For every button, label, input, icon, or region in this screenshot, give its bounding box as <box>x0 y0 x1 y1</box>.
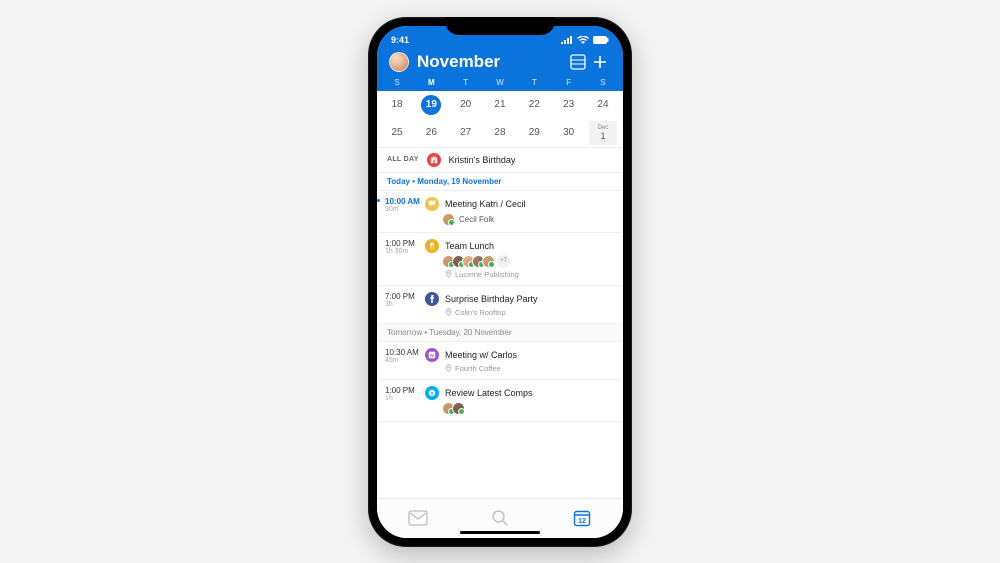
month-title[interactable]: November <box>417 52 567 72</box>
agenda-event[interactable]: 10:30 AM45m N Meeting w/ Carlos Fourth Coff… <box>377 342 623 380</box>
agenda-event[interactable]: 1:00 PM1hS Review Latest Comps <box>377 380 623 422</box>
event-location: Colin's Rooftop <box>445 308 613 317</box>
calendar-day[interactable]: 25 <box>383 121 411 145</box>
event-time: 1:00 PM <box>385 386 425 395</box>
weekday-label: W <box>486 78 514 87</box>
search-tab[interactable] <box>489 507 511 529</box>
event-title: Surprise Birthday Party <box>445 294 538 304</box>
calendar-day[interactable]: 21 <box>486 93 514 117</box>
weekday-row: SMTWTFS <box>377 78 623 91</box>
attendee-avatar <box>452 402 465 415</box>
fork-icon <box>425 239 439 253</box>
chat-icon <box>425 197 439 211</box>
home-indicator[interactable] <box>460 531 540 534</box>
agenda-section-header: Today • Monday, 19 November <box>377 173 623 191</box>
attendee-avatar <box>442 213 455 226</box>
agenda-section-header: Tomorrow • Tuesday, 20 November <box>377 324 623 342</box>
weekday-label: T <box>520 78 548 87</box>
calendar-day[interactable]: 18 <box>383 93 411 117</box>
pin-icon <box>445 308 452 316</box>
wifi-icon <box>577 36 589 44</box>
add-event-icon[interactable] <box>589 54 611 70</box>
device-notch <box>445 17 555 35</box>
pin-icon <box>445 270 452 278</box>
agenda-event[interactable]: 1:00 PM1h 30m Team Lunch+7 Lucerne Publish… <box>377 233 623 286</box>
calendar-day[interactable]: 26 <box>417 121 445 145</box>
event-location: Fourth Coffee <box>445 364 613 373</box>
event-time: 7:00 PM <box>385 292 425 301</box>
event-title: Meeting w/ Carlos <box>445 350 517 360</box>
all-day-event-title: Kristin's Birthday <box>449 155 516 165</box>
event-time: 10:00 AM <box>385 197 425 206</box>
calendar-day[interactable]: 20 <box>452 93 480 117</box>
event-title: Review Latest Comps <box>445 388 533 398</box>
event-duration: 30m <box>385 206 425 213</box>
event-title: Meeting Katri / Cecil <box>445 199 526 209</box>
calendar-day[interactable]: 30 <box>555 121 583 145</box>
pin-icon <box>445 364 452 372</box>
profile-avatar[interactable] <box>389 52 409 72</box>
status-time: 9:41 <box>391 35 409 45</box>
calendar-day[interactable]: 27 <box>452 121 480 145</box>
all-day-label: ALL DAY <box>387 156 419 163</box>
event-duration: 1h <box>385 395 425 402</box>
calendar-day[interactable]: 28 <box>486 121 514 145</box>
onenote-icon: N <box>425 348 439 362</box>
event-time: 10:30 AM <box>385 348 425 357</box>
calendar-header: 9:41 November <box>377 26 623 91</box>
event-location: Lucerne Publishing <box>445 270 613 279</box>
calendar-tab[interactable]: 12 <box>571 507 593 529</box>
gift-icon <box>427 153 441 167</box>
event-time: 1:00 PM <box>385 239 425 248</box>
screen: 9:41 November <box>377 26 623 538</box>
calendar-day[interactable]: 23 <box>555 93 583 117</box>
weekday-label: S <box>383 78 411 87</box>
weekday-label: F <box>555 78 583 87</box>
attendee-row: Cecil Folk <box>445 213 613 226</box>
agenda-event[interactable]: 7:00 PM3h Surprise Birthday Party Colin's … <box>377 286 623 324</box>
signal-icon <box>561 36 573 44</box>
attendee-name: Cecil Folk <box>459 215 494 224</box>
weekday-label: T <box>452 78 480 87</box>
event-duration: 1h 30m <box>385 248 425 255</box>
facebook-icon <box>425 292 439 306</box>
svg-text:12: 12 <box>578 518 586 525</box>
weekday-label: M <box>417 78 445 87</box>
view-toggle-icon[interactable] <box>567 54 589 70</box>
attendee-row: +7 <box>445 255 613 268</box>
weekday-label: S <box>589 78 617 87</box>
agenda-list[interactable]: Today • Monday, 19 November 10:00 AM30m Me… <box>377 173 623 498</box>
event-duration: 3h <box>385 301 425 308</box>
calendar-day[interactable]: 22 <box>520 93 548 117</box>
svg-text:N: N <box>430 353 434 359</box>
phone-frame: 9:41 November <box>368 17 632 547</box>
skype-icon: S <box>425 386 439 400</box>
calendar-day[interactable]: 29 <box>520 121 548 145</box>
event-title: Team Lunch <box>445 241 494 251</box>
month-grid: 1819 202122 2324 2526 272829 30Dec1 <box>377 91 623 147</box>
calendar-day[interactable]: 24 <box>589 93 617 117</box>
battery-icon <box>593 36 609 44</box>
attendee-row <box>445 402 613 415</box>
all-day-row[interactable]: ALL DAY Kristin's Birthday <box>377 148 623 173</box>
attendee-overflow: +7 <box>497 255 510 268</box>
calendar-day[interactable]: 19 <box>417 93 445 117</box>
calendar-day[interactable]: Dec1 <box>589 121 617 145</box>
event-duration: 45m <box>385 357 425 364</box>
agenda-event[interactable]: 10:00 AM30m Meeting Katri / Cecil Cecil Fo… <box>377 191 623 233</box>
mail-tab[interactable] <box>407 507 429 529</box>
attendee-avatar <box>482 255 495 268</box>
